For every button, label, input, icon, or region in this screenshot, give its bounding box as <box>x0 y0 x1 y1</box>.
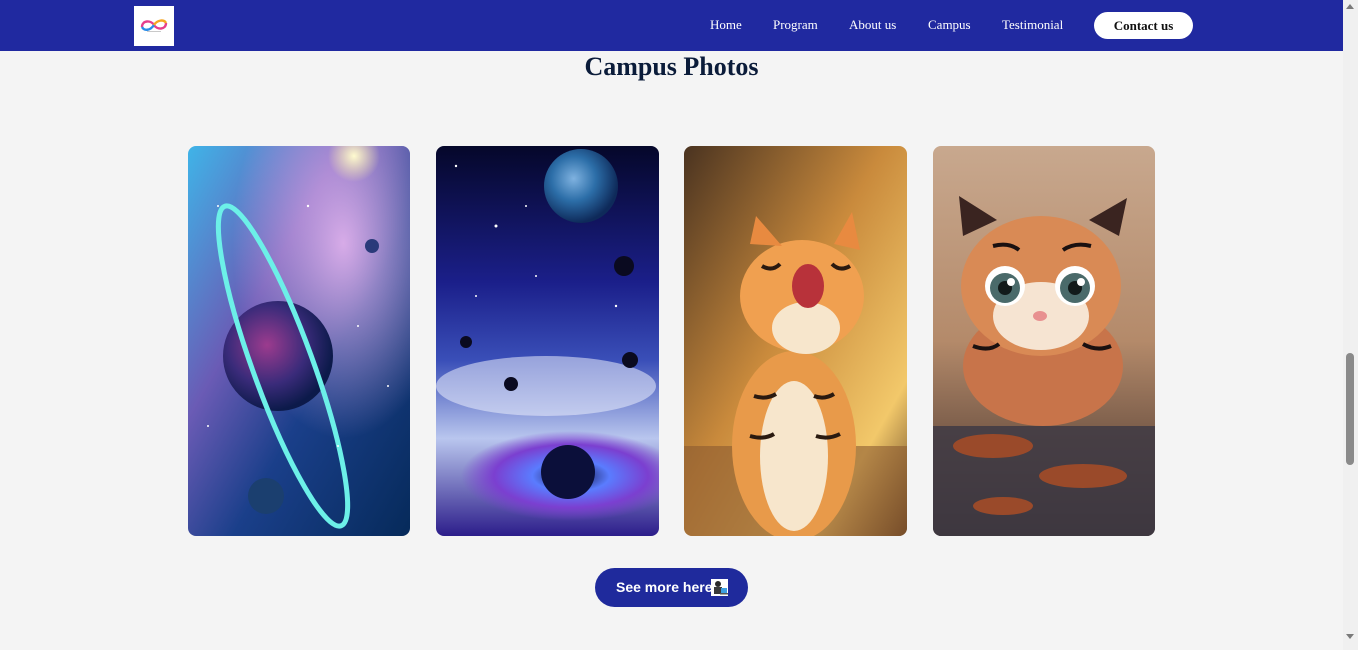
section-title: Campus Photos <box>584 52 759 81</box>
scrollbar-thumb[interactable] <box>1346 353 1354 465</box>
contact-us-button[interactable]: Contact us <box>1094 12 1193 39</box>
campus-photo-1[interactable] <box>188 146 410 536</box>
nav-link-home[interactable]: Home <box>710 17 742 33</box>
scroll-up-arrow-icon[interactable] <box>1346 4 1354 9</box>
see-more-button[interactable]: See more here <box>595 568 748 607</box>
campus-photo-2[interactable] <box>436 146 659 536</box>
campus-photo-4[interactable] <box>933 146 1155 536</box>
infinity-logo-icon <box>140 19 168 32</box>
nav-link-testimonial[interactable]: Testimonial <box>1002 17 1063 33</box>
nav-link-campus[interactable]: Campus <box>928 17 971 33</box>
logo[interactable] <box>134 6 174 46</box>
nav-link-program[interactable]: Program <box>773 17 818 33</box>
campus-photo-3[interactable] <box>684 146 907 536</box>
person-at-computer-icon <box>711 579 728 596</box>
nav-link-about-us[interactable]: About us <box>849 17 896 33</box>
scroll-down-arrow-icon[interactable] <box>1346 634 1354 639</box>
see-more-label: See more here <box>616 579 713 595</box>
vertical-scrollbar[interactable] <box>1343 0 1358 650</box>
top-navbar: Home Program About us Campus Testimonial… <box>0 0 1343 51</box>
